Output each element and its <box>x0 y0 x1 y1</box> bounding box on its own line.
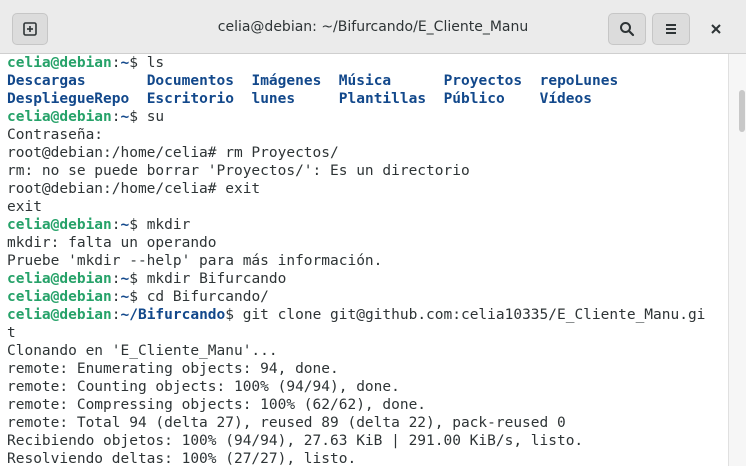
dir-text: DespliegueRepo <box>7 91 130 107</box>
dir-text: Imágenes <box>251 73 322 89</box>
dir-text: Documentos <box>146 73 234 89</box>
output-text: : <box>111 55 121 71</box>
scrollbar-thumb[interactable] <box>739 90 745 132</box>
output-text: remote: Counting objects: 100% (94/94), … <box>7 379 400 395</box>
user-text: celia@debian <box>7 217 112 233</box>
terminal-line: remote: Enumerating objects: 94, done. <box>0 360 728 378</box>
terminal-line: Clonando en 'E_Cliente_Manu'... <box>0 342 728 360</box>
dir-text: lunes <box>251 91 296 107</box>
path-text: ~ <box>120 217 130 233</box>
output-text: root@debian:/home/celia# exit <box>7 181 261 197</box>
path-text: ~ <box>120 271 130 287</box>
output-text: $ mkdir Bifurcando <box>129 271 287 287</box>
user-text: celia@debian <box>7 271 112 287</box>
terminal-line: Contraseña: <box>0 126 728 144</box>
window-title: celia@debian: ~/Bifurcando/E_Cliente_Man… <box>217 19 529 35</box>
terminal-scrollbar[interactable] <box>728 54 746 466</box>
output-text: remote: Total 94 (delta 27), reused 89 (… <box>7 415 566 431</box>
terminal-line: celia@debian:~$ ls <box>0 54 728 72</box>
output-text: mkdir: falta un operando <box>7 235 217 251</box>
terminal-line: root@debian:/home/celia# rm Proyectos/ <box>0 144 728 162</box>
output-text: : <box>111 307 121 323</box>
terminal-line: root@debian:/home/celia# exit <box>0 180 728 198</box>
search-button[interactable] <box>608 13 646 45</box>
path-text: ~ <box>120 289 130 305</box>
menu-button[interactable] <box>652 13 690 45</box>
output-text: Contraseña: <box>7 127 104 143</box>
close-icon <box>711 24 721 34</box>
user-text: celia@debian <box>7 307 112 323</box>
terminal-output[interactable]: celia@debian:~$ ls Descargas Documentos I… <box>0 54 728 466</box>
path-text: ~ <box>120 55 130 71</box>
user-text: celia@debian <box>7 55 112 71</box>
dir-text: repoLunes <box>539 73 619 89</box>
dir-text: Descargas <box>7 73 86 89</box>
path-text: ~/Bifurcando <box>120 307 226 323</box>
output-text: : <box>111 109 121 125</box>
terminal-line: celia@debian:~$ mkdir Bifurcando <box>0 270 728 288</box>
output-text: rm: no se puede borrar 'Proyectos/': Es … <box>7 163 470 179</box>
search-icon <box>620 22 635 37</box>
output-text: remote: Enumerating objects: 94, done. <box>7 361 339 377</box>
dir-text: Escritorio <box>146 91 234 107</box>
user-text: celia@debian <box>7 109 112 125</box>
dir-text: Público <box>443 91 505 107</box>
terminal-line: Resolviendo deltas: 100% (27/27), listo. <box>0 450 728 466</box>
output-text: $ mkdir <box>129 217 191 233</box>
terminal-line: Recibiendo objetos: 100% (94/94), 27.63 … <box>0 432 728 450</box>
output-text: $ su <box>129 109 165 125</box>
output-text: remote: Compressing objects: 100% (62/62… <box>7 397 427 413</box>
dir-text: Proyectos <box>443 73 523 89</box>
dir-text: Vídeos <box>539 91 592 107</box>
dir-text: Música <box>338 73 392 89</box>
output-text: : <box>111 271 121 287</box>
terminal-line: DespliegueRepo Escritorio lunes Plantill… <box>0 90 728 108</box>
output-text: t <box>7 325 16 341</box>
terminal-line: remote: Compressing objects: 100% (62/62… <box>0 396 728 414</box>
terminal-line: remote: Counting objects: 100% (94/94), … <box>0 378 728 396</box>
output-text: $ ls <box>129 55 165 71</box>
hamburger-menu-icon <box>666 24 676 34</box>
new-tab-button[interactable] <box>12 13 48 45</box>
output-text: exit <box>7 199 42 215</box>
terminal-line: exit <box>0 198 728 216</box>
output-text: : <box>111 217 121 233</box>
new-tab-icon <box>23 22 37 36</box>
output-text: $ git clone git@github.com:celia10335/E_… <box>225 307 706 323</box>
output-text: Recibiendo objetos: 100% (94/94), 27.63 … <box>7 433 584 449</box>
output-text: Clonando en 'E_Cliente_Manu'... <box>7 343 278 359</box>
terminal-line: rm: no se puede borrar 'Proyectos/': Es … <box>0 162 728 180</box>
terminal-line: Descargas Documentos Imágenes Música Pro… <box>0 72 728 90</box>
title-bar: celia@debian: ~/Bifurcando/E_Cliente_Man… <box>0 0 746 54</box>
output-text: Pruebe 'mkdir --help' para más informaci… <box>7 253 383 269</box>
terminal-line: celia@debian:~$ su <box>0 108 728 126</box>
terminal-line: celia@debian:~$ cd Bifurcando/ <box>0 288 728 306</box>
terminal-line: remote: Total 94 (delta 27), reused 89 (… <box>0 414 728 432</box>
path-text: ~ <box>120 109 130 125</box>
output-text: $ cd Bifurcando/ <box>129 289 269 305</box>
terminal-line: celia@debian:~/Bifurcando$ git clone git… <box>0 306 728 324</box>
terminal-line: celia@debian:~$ mkdir <box>0 216 728 234</box>
dir-text: Plantillas <box>338 91 427 107</box>
terminal-line: mkdir: falta un operando <box>0 234 728 252</box>
terminal-line: t <box>0 324 728 342</box>
terminal-line: Pruebe 'mkdir --help' para más informaci… <box>0 252 728 270</box>
output-text: : <box>111 289 121 305</box>
user-text: celia@debian <box>7 289 112 305</box>
close-button[interactable] <box>700 13 732 45</box>
output-text: root@debian:/home/celia# rm Proyectos/ <box>7 145 339 161</box>
output-text: Resolviendo deltas: 100% (27/27), listo. <box>7 451 357 466</box>
